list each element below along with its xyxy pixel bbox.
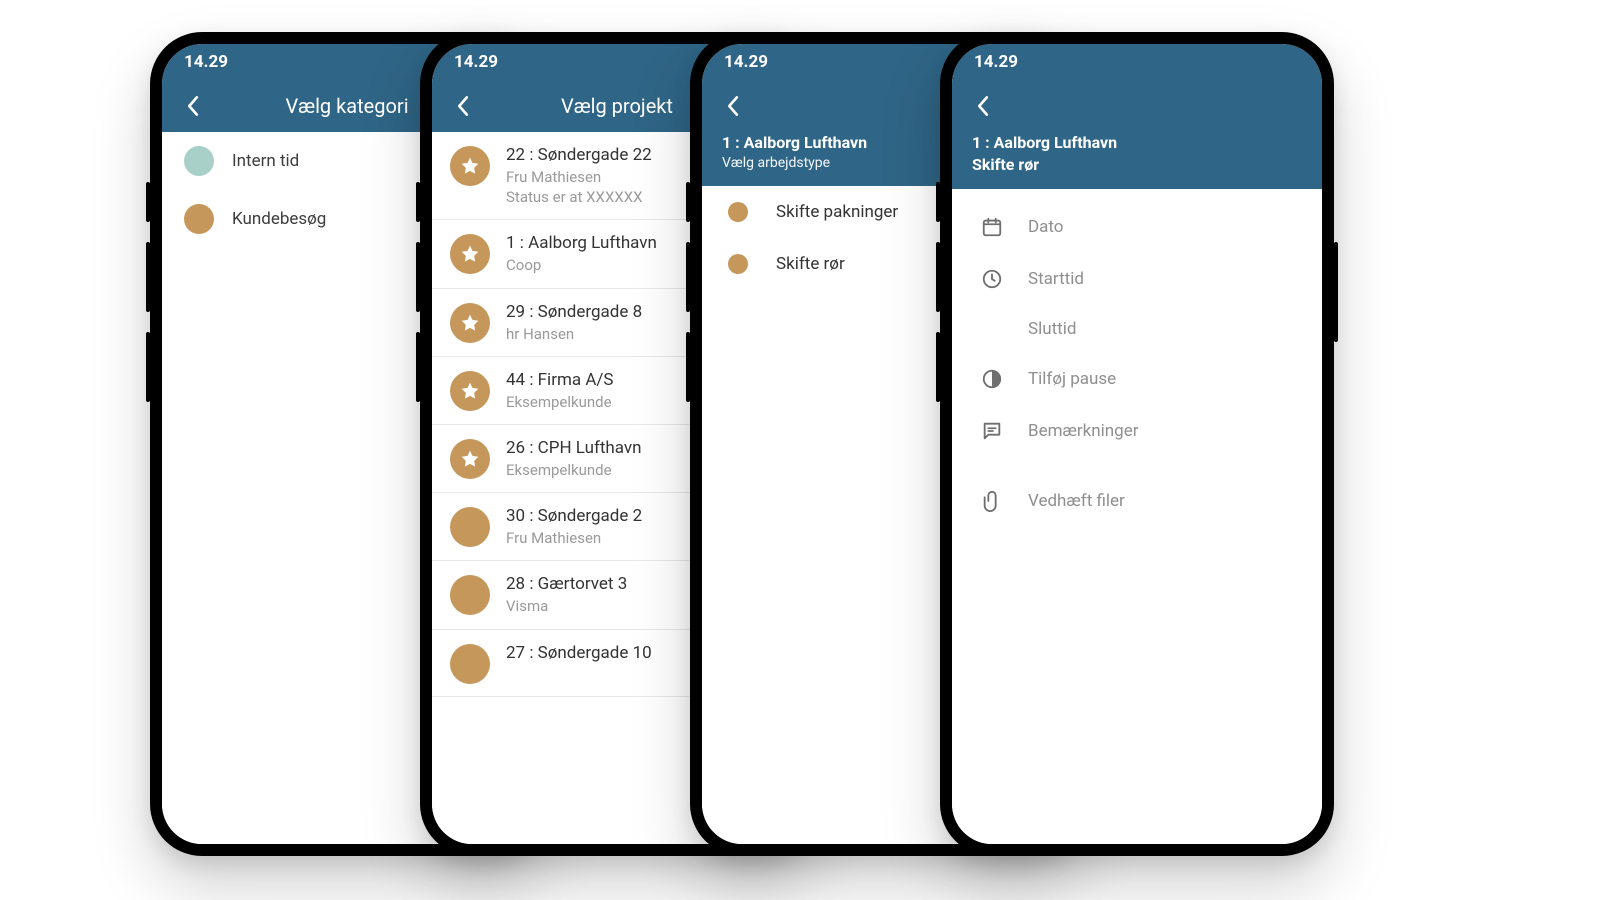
project-title: 28 : Gærtorvet 3 [506, 573, 627, 596]
project-subtitle: Eksempelkunde [506, 392, 614, 412]
worktype-label: Skifte pakninger [776, 202, 898, 222]
entry-form: Dato Starttid Sluttid Tilføj pause [952, 189, 1322, 844]
back-button[interactable] [710, 84, 754, 128]
status-time: 14.29 [974, 52, 1018, 72]
context-worktype: Skifte rør [972, 154, 1302, 176]
back-button[interactable] [170, 84, 214, 128]
worktype-label: Skifte rør [776, 254, 845, 274]
category-label: Kundebesøg [232, 209, 326, 229]
field-label: Tilføj pause [1028, 369, 1116, 389]
category-dot-icon [184, 146, 214, 176]
field-add-pause[interactable]: Tilføj pause [952, 353, 1322, 405]
star-icon [450, 303, 490, 343]
mockup-stage: 14.29 Vælg kategori Intern tid Kundebesø… [0, 0, 1600, 900]
back-button[interactable] [960, 84, 1004, 128]
project-subtitle: Fru Mathiesen [506, 167, 652, 187]
project-title: 29 : Søndergade 8 [506, 301, 642, 324]
field-date[interactable]: Dato [952, 201, 1322, 253]
screen-subheader: 1 : Aalborg Lufthavn Skifte rør [952, 132, 1322, 189]
project-dot-icon [450, 644, 490, 684]
phone-4: 14.29 1 : Aalborg Lufthavn Skifte rør Da… [940, 32, 1334, 856]
project-subtitle: Visma [506, 596, 627, 616]
field-label: Starttid [1028, 269, 1084, 289]
status-time: 14.29 [454, 52, 498, 72]
status-time: 14.29 [724, 52, 768, 72]
field-attach-files[interactable]: Vedhæft filer [952, 475, 1322, 527]
project-title: 22 : Søndergade 22 [506, 144, 652, 167]
back-button[interactable] [440, 84, 484, 128]
project-subtitle: Coop [506, 255, 657, 275]
paperclip-icon [980, 489, 1004, 513]
project-status: Status er at XXXXXX [506, 187, 652, 207]
project-title: 44 : Firma A/S [506, 369, 614, 392]
field-label: Vedhæft filer [1028, 491, 1125, 511]
star-icon [450, 146, 490, 186]
worktype-dot-icon [728, 202, 748, 222]
calendar-icon [980, 215, 1004, 239]
field-label: Dato [1028, 217, 1064, 237]
field-end-time[interactable]: Sluttid [952, 305, 1322, 353]
star-icon [450, 371, 490, 411]
chevron-left-icon [186, 95, 199, 117]
app-header: 14.29 1 : Aalborg Lufthavn Skifte rør [952, 44, 1322, 189]
field-notes[interactable]: Bemærkninger [952, 405, 1322, 457]
project-subtitle: hr Hansen [506, 324, 642, 344]
chevron-left-icon [456, 95, 469, 117]
category-label: Intern tid [232, 151, 299, 171]
status-time: 14.29 [184, 52, 228, 72]
project-title: 26 : CPH Lufthavn [506, 437, 642, 460]
worktype-dot-icon [728, 254, 748, 274]
star-icon [450, 234, 490, 274]
category-dot-icon [184, 204, 214, 234]
context-project: 1 : Aalborg Lufthavn [972, 132, 1302, 154]
project-title: 1 : Aalborg Lufthavn [506, 232, 657, 255]
project-dot-icon [450, 507, 490, 547]
field-start-time[interactable]: Starttid [952, 253, 1322, 305]
star-icon [450, 439, 490, 479]
message-icon [980, 419, 1004, 443]
project-subtitle: Fru Mathiesen [506, 528, 642, 548]
clock-icon [980, 267, 1004, 291]
field-label: Sluttid [1028, 319, 1076, 339]
pause-icon [980, 367, 1004, 391]
chevron-left-icon [726, 95, 739, 117]
field-label: Bemærkninger [1028, 421, 1138, 441]
project-title: 30 : Søndergade 2 [506, 505, 642, 528]
project-title: 27 : Søndergade 10 [506, 642, 652, 665]
chevron-left-icon [976, 95, 989, 117]
project-subtitle: Eksempelkunde [506, 460, 642, 480]
project-dot-icon [450, 575, 490, 615]
